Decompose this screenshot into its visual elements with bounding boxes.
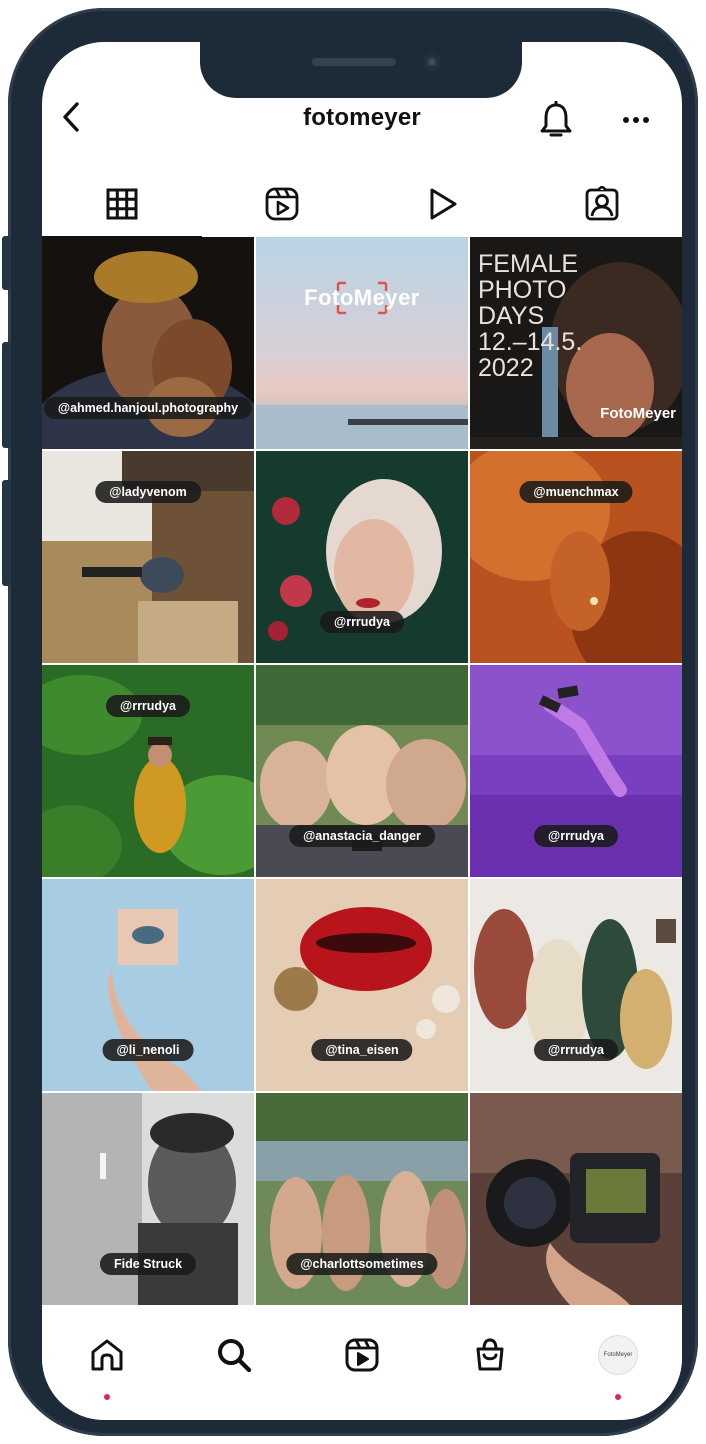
reels-icon	[265, 187, 299, 221]
home-icon	[91, 1339, 123, 1371]
grid-post[interactable]: @anastacia_danger	[256, 665, 468, 877]
nav-reels[interactable]	[332, 1328, 392, 1382]
tab-grid[interactable]	[42, 172, 202, 238]
tab-tagged[interactable]	[522, 172, 682, 236]
fotomeyer-logo: FotoMeyer	[600, 405, 676, 422]
grid-post[interactable]: @rrrudya	[256, 451, 468, 663]
nav-search[interactable]	[204, 1328, 264, 1382]
tab-reels[interactable]	[202, 172, 362, 236]
grid-post[interactable]: @rrrudya	[42, 665, 254, 877]
grid-post[interactable]: @li_nenoli	[42, 879, 254, 1091]
bell-icon	[540, 101, 572, 137]
post-tag: @rrrudya	[534, 1039, 618, 1061]
photo-grid: @ahmed.hanjoul.photography FotoMeyer FEM…	[42, 237, 682, 1307]
grid-post[interactable]: @ladyvenom	[42, 451, 254, 663]
phone-side-button	[2, 342, 11, 448]
play-icon	[430, 188, 457, 220]
post-tag: @rrrudya	[534, 825, 618, 847]
grid-post[interactable]: FotoMeyer	[256, 237, 468, 449]
notifications-button[interactable]	[534, 98, 578, 142]
grid-post[interactable]: @charlottsometimes	[256, 1093, 468, 1305]
more-dots-icon	[623, 117, 649, 123]
poster-text: FEMALE PHOTO DAYS 12.–14.5. 2022	[478, 251, 582, 381]
back-button[interactable]	[54, 100, 88, 134]
poster-line: 2022	[478, 354, 534, 382]
grid-post[interactable]: FEMALE PHOTO DAYS 12.–14.5. 2022 FotoMey…	[470, 237, 682, 449]
notification-dot	[615, 1394, 621, 1400]
phone-camera	[423, 53, 441, 71]
avatar: FotoMeyer	[598, 1335, 638, 1375]
post-tag: @rrrudya	[106, 695, 190, 717]
post-tag: @rrrudya	[320, 611, 404, 633]
post-tag: @tina_eisen	[311, 1039, 413, 1061]
content-tabs	[42, 172, 682, 238]
avatar-label: FotoMeyer	[603, 1352, 633, 1358]
poster-line: 12.–14.5.	[478, 328, 583, 356]
fotomeyer-logo: FotoMeyer	[304, 285, 420, 310]
phone-side-button	[2, 236, 11, 290]
grid-post[interactable]: @rrrudya	[470, 879, 682, 1091]
phone-side-button	[2, 480, 11, 586]
grid-icon	[106, 188, 138, 220]
post-tag: @charlottsometimes	[286, 1253, 438, 1275]
more-options-button[interactable]	[614, 98, 658, 142]
reels-icon	[345, 1338, 379, 1372]
poster-line: DAYS	[478, 302, 545, 330]
poster-line: FEMALE	[478, 250, 579, 278]
grid-post[interactable]: @muenchmax	[470, 451, 682, 663]
grid-post[interactable]: Fide Struck	[42, 1093, 254, 1305]
grid-post[interactable]: @ahmed.hanjoul.photography	[42, 237, 254, 449]
profile-username: fotomeyer	[303, 104, 421, 131]
profile-header: fotomeyer	[42, 94, 682, 144]
chevron-left-icon	[63, 102, 79, 132]
app-screen: fotomeyer @ahmed.hanjoul.photography Fot…	[42, 42, 682, 1420]
post-image	[470, 1093, 682, 1305]
tagged-person-icon	[585, 186, 619, 221]
post-tag: @ahmed.hanjoul.photography	[43, 397, 253, 419]
post-tag: @muenchmax	[519, 481, 633, 503]
post-tag: @ladyvenom	[95, 481, 201, 503]
post-image	[256, 237, 468, 449]
post-tag: @anastacia_danger	[289, 825, 435, 847]
nav-profile[interactable]: FotoMeyer	[588, 1328, 648, 1382]
poster-line: PHOTO	[478, 276, 567, 304]
nav-shop[interactable]	[460, 1328, 520, 1382]
post-tag: @li_nenoli	[102, 1039, 194, 1061]
bottom-navigation: FotoMeyer	[42, 1310, 682, 1420]
grid-post[interactable]	[470, 1093, 682, 1305]
tab-videos[interactable]	[362, 172, 522, 236]
shopping-bag-icon	[476, 1338, 504, 1371]
post-tag: Fide Struck	[99, 1253, 197, 1275]
nav-home[interactable]	[77, 1328, 137, 1382]
phone-notch	[200, 42, 522, 98]
grid-post[interactable]: @tina_eisen	[256, 879, 468, 1091]
search-icon	[218, 1339, 252, 1373]
grid-post[interactable]: @rrrudya	[470, 665, 682, 877]
phone-speaker	[312, 58, 396, 66]
notification-dot	[104, 1394, 110, 1400]
